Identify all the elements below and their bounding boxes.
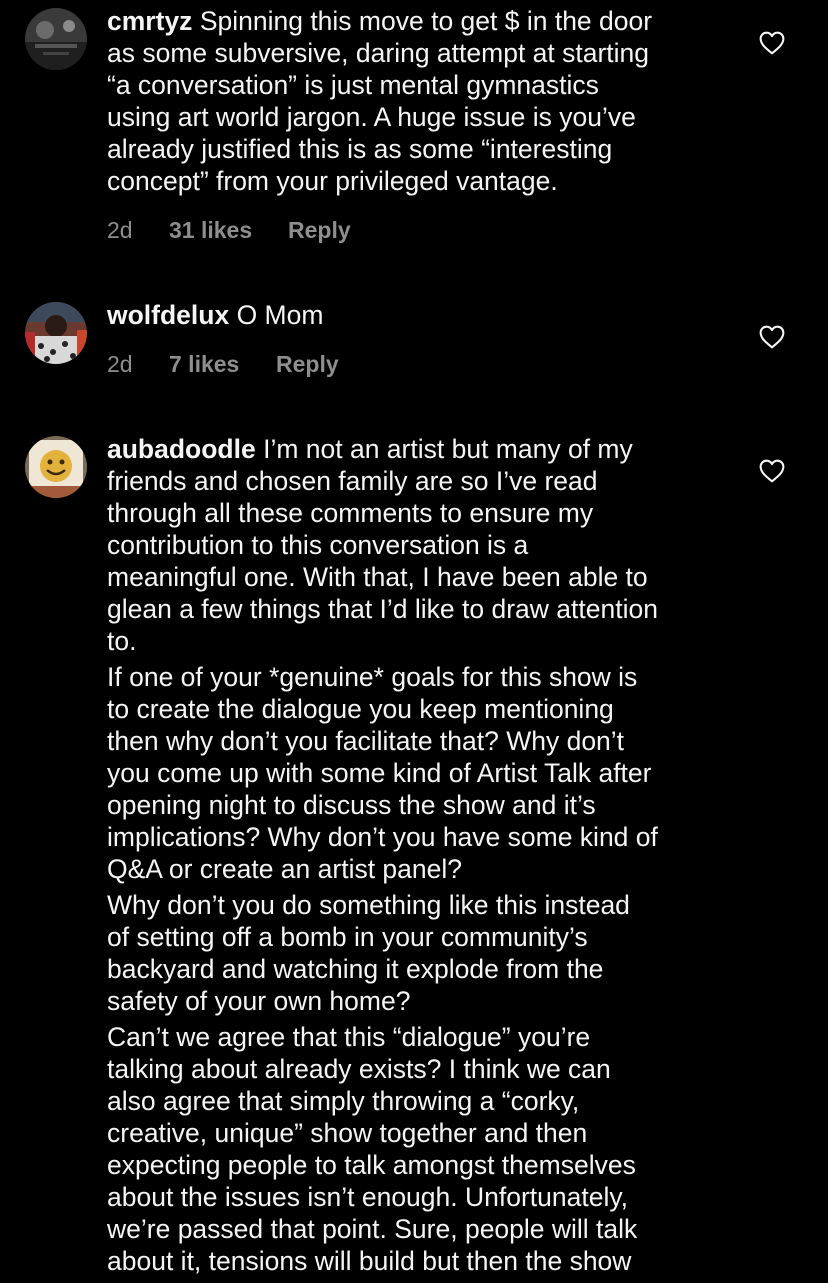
comment-username[interactable]: cmrtyz (107, 6, 192, 36)
like-heart-icon[interactable] (759, 31, 785, 55)
comment-paragraph: Why don’t you do something like this ins… (107, 890, 630, 1016)
like-heart-icon[interactable] (759, 325, 785, 349)
like-heart-icon[interactable] (759, 459, 785, 483)
comment-meta: 2d 31 likes Reply (107, 215, 727, 245)
comment-paragraph: If one of your *genuine* goals for this … (107, 662, 658, 884)
comment-text: wolfdelux O Mom (107, 299, 727, 331)
comment-paragraph: I’m not an artist but many of my friends… (107, 434, 658, 656)
comment-timestamp: 2d (107, 351, 133, 377)
avatar[interactable] (25, 436, 87, 498)
comment-likes[interactable]: 31 likes (169, 215, 288, 245)
comment-meta: 2d 7 likes Reply (107, 349, 727, 379)
comment-username[interactable]: aubadoodle (107, 434, 256, 464)
comment-likes[interactable]: 7 likes (169, 349, 276, 379)
comment-text: aubadoodle I’m not an artist but many of… (107, 433, 727, 657)
comment-paragraph: O Mom (236, 300, 324, 330)
avatar[interactable] (25, 8, 87, 70)
reply-button[interactable]: Reply (288, 215, 351, 245)
comment-username[interactable]: wolfdelux (107, 300, 229, 330)
comment-text: cmrtyz Spinning this move to get $ in th… (107, 5, 727, 197)
comment-timestamp: 2d (107, 217, 133, 243)
reply-button[interactable]: Reply (276, 349, 339, 379)
comment-paragraph: Can’t we agree that this “dialogue” you’… (107, 1022, 638, 1276)
avatar[interactable] (25, 302, 87, 364)
